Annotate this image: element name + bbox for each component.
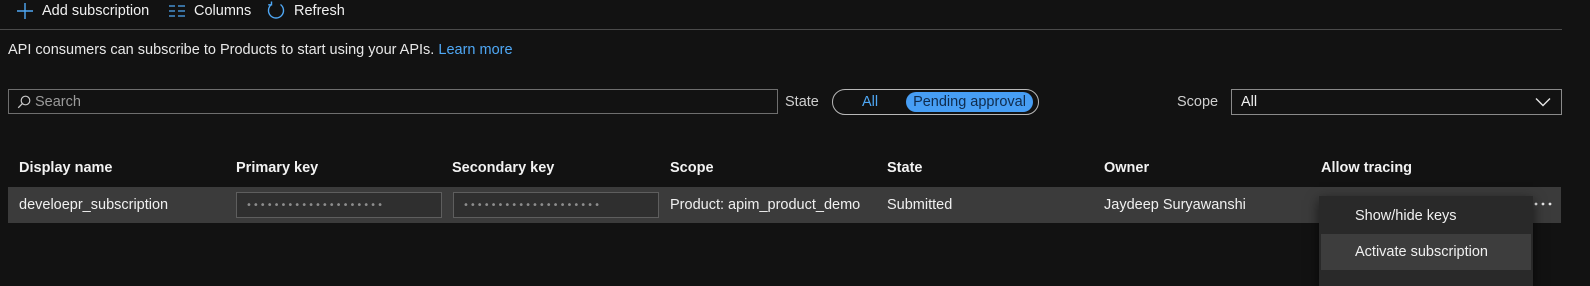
chevron-down-icon bbox=[1535, 98, 1551, 107]
columns-label: Columns bbox=[194, 3, 252, 19]
scope-selected-value: All bbox=[1241, 94, 1258, 110]
state-label: State bbox=[785, 94, 819, 110]
cell-display-name: develoepr_subscription bbox=[19, 197, 169, 213]
search-box[interactable] bbox=[8, 89, 778, 114]
column-header-primary-key[interactable]: Primary key bbox=[236, 160, 318, 176]
context-menu: Show/hide keys Activate subscription bbox=[1319, 196, 1533, 286]
cell-state: Submitted bbox=[887, 197, 953, 213]
ellipsis-icon bbox=[1534, 202, 1552, 206]
menu-item-activate-subscription[interactable]: Activate subscription bbox=[1321, 234, 1531, 270]
column-header-state[interactable]: State bbox=[887, 160, 922, 176]
command-bar: Add subscription Columns Refresh bbox=[0, 0, 1590, 22]
cell-owner: Jaydeep Suryawanshi bbox=[1104, 197, 1246, 213]
state-option-all[interactable]: All bbox=[843, 92, 897, 112]
info-text: API consumers can subscribe to Products … bbox=[8, 42, 513, 58]
column-header-owner[interactable]: Owner bbox=[1104, 160, 1149, 176]
column-header-scope[interactable]: Scope bbox=[670, 160, 714, 176]
plus-icon bbox=[17, 3, 33, 19]
more-actions-button[interactable] bbox=[1530, 194, 1556, 214]
scope-dropdown[interactable]: All bbox=[1231, 89, 1562, 115]
refresh-label: Refresh bbox=[294, 3, 345, 19]
column-header-display-name[interactable]: Display name bbox=[19, 160, 113, 176]
add-subscription-button[interactable]: Add subscription bbox=[16, 0, 149, 22]
info-description: API consumers can subscribe to Products … bbox=[8, 42, 435, 58]
columns-icon bbox=[169, 5, 185, 17]
refresh-button[interactable]: Refresh bbox=[266, 0, 345, 22]
state-option-pending-approval[interactable]: Pending approval bbox=[906, 92, 1033, 112]
add-subscription-label: Add subscription bbox=[42, 3, 150, 19]
search-input[interactable] bbox=[35, 93, 755, 110]
learn-more-link[interactable]: Learn more bbox=[438, 42, 512, 58]
cell-scope: Product: apim_product_demo bbox=[670, 197, 861, 213]
refresh-icon bbox=[267, 1, 285, 19]
search-icon bbox=[17, 95, 31, 108]
column-header-allow-tracing[interactable]: Allow tracing bbox=[1321, 160, 1412, 176]
toolbar-divider bbox=[0, 29, 1562, 30]
primary-key-field[interactable]: •••••••••••••••••••• bbox=[236, 192, 442, 218]
column-header-secondary-key[interactable]: Secondary key bbox=[452, 160, 554, 176]
state-toggle: All Pending approval bbox=[832, 89, 1039, 115]
menu-item-show-hide-keys[interactable]: Show/hide keys bbox=[1321, 198, 1531, 234]
secondary-key-field[interactable]: •••••••••••••••••••• bbox=[453, 192, 659, 218]
columns-button[interactable]: Columns bbox=[168, 0, 251, 22]
scope-label: Scope bbox=[1177, 94, 1219, 110]
